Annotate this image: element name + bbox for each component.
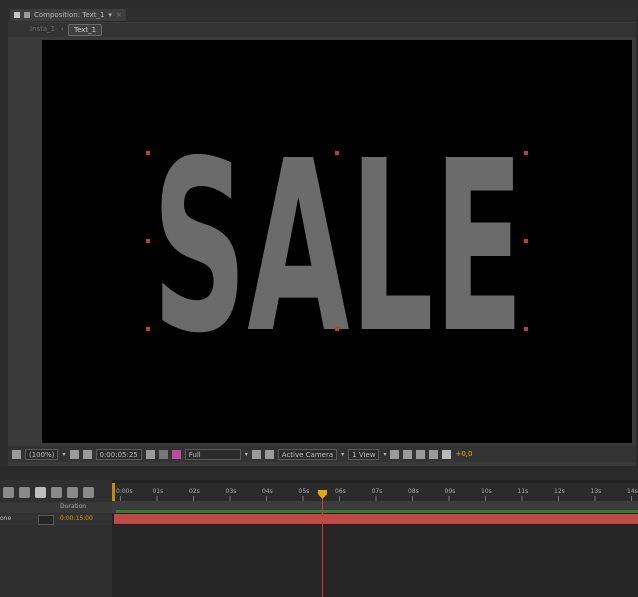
playhead-handle-icon[interactable]: [318, 490, 327, 499]
handle-top-center[interactable]: [335, 151, 339, 155]
breadcrumb-parent[interactable]: Insta_1: [30, 25, 55, 33]
tab-close-icon[interactable]: ×: [116, 11, 122, 19]
layer-row[interactable]: [0, 514, 112, 525]
timeline-icon[interactable]: [416, 449, 426, 459]
view-layout-dropdown[interactable]: 1 View: [348, 448, 380, 460]
color-channel-icon[interactable]: [171, 449, 181, 459]
view-layout-arrow-icon[interactable]: ▾: [383, 451, 386, 458]
ruler-label: 0:00s: [116, 488, 133, 495]
current-time-display[interactable]: 0:00:05:25: [95, 448, 142, 460]
ruler-label: 13s: [591, 488, 602, 495]
fast-previews-icon[interactable]: [403, 449, 413, 459]
ruler-label: 05s: [299, 488, 310, 495]
ruler-label: 01s: [153, 488, 164, 495]
handle-bottom-center[interactable]: [335, 327, 339, 331]
handle-middle-right[interactable]: [524, 239, 528, 243]
ruler-label: 10s: [481, 488, 492, 495]
layer-duration-value[interactable]: 0:00:15:00: [60, 515, 93, 522]
toggle-pixel-aspect-icon[interactable]: [390, 449, 400, 459]
handle-bottom-right[interactable]: [524, 327, 528, 331]
show-snapshot-icon[interactable]: [158, 449, 168, 459]
breadcrumb-separator: ‹: [61, 25, 64, 33]
ruler-label: 07s: [372, 488, 383, 495]
ruler-label: 14s: [627, 488, 638, 495]
ruler-label: 08s: [408, 488, 419, 495]
resolution-arrow-icon[interactable]: ▾: [245, 451, 248, 458]
work-area-range[interactable]: [116, 510, 638, 513]
viewer-toolbar: (100%) ▾ 0:00:05:25 Full ▾ Active Camera…: [8, 446, 636, 462]
camera-dropdown[interactable]: Active Camera: [277, 448, 338, 460]
blend-mode-value[interactable]: one: [0, 515, 11, 522]
text-layer-sale[interactable]: SALE: [42, 40, 632, 443]
timeline-tab-bar: [0, 466, 638, 480]
ruler-label: 02s: [189, 488, 200, 495]
timeline-switches: [0, 483, 112, 501]
timeline-track-area: [112, 525, 638, 597]
camera-arrow-icon[interactable]: ▾: [341, 451, 344, 458]
ruler-label: 11s: [518, 488, 529, 495]
grid-guides-icon[interactable]: [69, 449, 79, 459]
panel-menu-icon[interactable]: [14, 12, 20, 18]
always-preview-icon[interactable]: [12, 449, 21, 459]
handle-top-left[interactable]: [146, 151, 150, 155]
ruler-label: 12s: [554, 488, 565, 495]
region-of-interest-icon[interactable]: [251, 449, 261, 459]
snapshot-camera-icon[interactable]: [145, 449, 155, 459]
exposure-reset-icon[interactable]: [442, 449, 452, 459]
draft-3d-icon[interactable]: [3, 486, 14, 498]
handle-middle-left[interactable]: [146, 239, 150, 243]
shy-layers-icon[interactable]: [19, 486, 30, 498]
playhead-line[interactable]: [322, 492, 323, 597]
graph-editor-icon[interactable]: [83, 486, 94, 498]
ruler-label: 03s: [226, 488, 237, 495]
magnification-arrow-icon[interactable]: ▾: [62, 451, 65, 458]
breadcrumb: [8, 23, 636, 37]
brainstorm-icon[interactable]: [67, 486, 78, 498]
frame-blending-icon[interactable]: [35, 486, 46, 498]
flowchart-icon[interactable]: [429, 449, 439, 459]
column-header: [0, 502, 112, 513]
duration-column-header[interactable]: Duration: [60, 503, 86, 510]
tab-composition[interactable]: Composition: Text_1 ▾ ×: [10, 9, 126, 21]
handle-top-right[interactable]: [524, 151, 528, 155]
transparency-grid-icon[interactable]: [264, 449, 274, 459]
time-ruler-ticks: 0:00s 01s 02s 03s 04s 05s 06s 07s 08s 09s 10s 11s 12…: [116, 488, 638, 501]
breadcrumb-current[interactable]: Text_1: [68, 24, 103, 36]
motion-blur-icon[interactable]: [51, 486, 62, 498]
magnification-dropdown[interactable]: (100%): [25, 448, 59, 460]
lock-icon[interactable]: [24, 12, 30, 18]
layer-duration-bar[interactable]: [114, 514, 638, 524]
resolution-dropdown[interactable]: Full: [184, 448, 241, 460]
blend-mode-dropdown[interactable]: [38, 515, 54, 525]
mask-visibility-icon[interactable]: [82, 449, 92, 459]
handle-bottom-left[interactable]: [146, 327, 150, 331]
tab-menu-arrow[interactable]: ▾: [108, 11, 112, 19]
ruler-label: 06s: [335, 488, 346, 495]
tab-title-label: Composition: Text_1: [34, 11, 105, 19]
exposure-value[interactable]: +0,0: [455, 450, 472, 458]
ruler-label: 04s: [262, 488, 273, 495]
ruler-label: 09s: [445, 488, 456, 495]
